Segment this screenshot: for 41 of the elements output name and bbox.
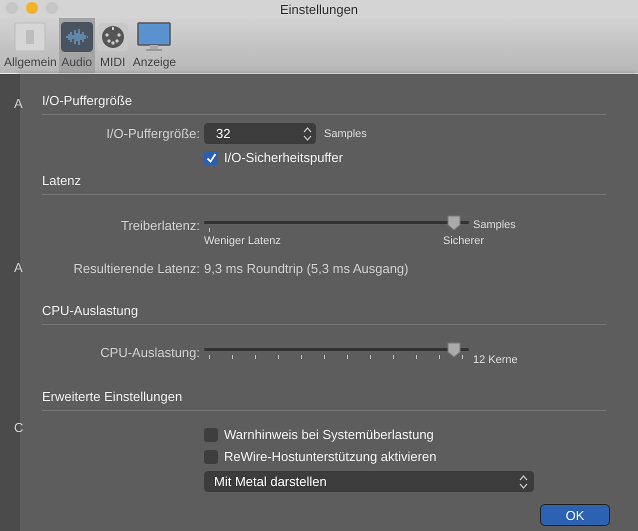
latency-slider[interactable] xyxy=(204,215,469,235)
updown-icon xyxy=(519,474,528,488)
background-label: C xyxy=(14,420,24,435)
min-label: Weniger Latenz xyxy=(204,235,281,247)
updown-icon xyxy=(303,126,312,140)
ok-button[interactable]: OK xyxy=(540,504,610,526)
slider-thumb[interactable] xyxy=(447,215,462,231)
toolbar-tab[interactable]: MIDI xyxy=(94,18,131,73)
toolbar-tab[interactable]: Allgemein xyxy=(2,18,59,73)
background-label: A xyxy=(14,96,23,111)
checkbox-label: I/O-Sicherheitspuffer xyxy=(224,150,343,165)
toolbar-tab[interactable]: Anzeige xyxy=(130,18,178,73)
background-label: A xyxy=(14,260,23,275)
field-label: I/O-Puffergröße: xyxy=(105,126,201,141)
section-heading: Erweiterte Einstellungen xyxy=(42,389,184,404)
switch-icon xyxy=(14,22,46,52)
checkbox[interactable] xyxy=(204,428,218,442)
section-heading: I/O-Puffergröße xyxy=(42,93,134,108)
section-heading: CPU-Auslastung xyxy=(42,303,140,318)
midi-port-icon xyxy=(96,22,129,52)
checkbox[interactable] xyxy=(204,450,218,464)
slider-label: CPU-Auslastung: xyxy=(99,344,201,360)
toolbar-tab[interactable]: Audio xyxy=(58,18,95,73)
result-label: Resultierende Latenz: xyxy=(72,261,201,276)
cpu-slider[interactable] xyxy=(204,342,469,362)
unit-label: Samples xyxy=(473,219,516,231)
section-heading: Latenz xyxy=(42,173,82,188)
cores-reading: 12 Kerne xyxy=(473,354,518,366)
renderer-dropdown[interactable]: Mit Metal darstellen xyxy=(204,471,534,492)
unit-label: Samples xyxy=(324,128,367,140)
max-label: Sicherer xyxy=(443,235,484,247)
buffer-size-field[interactable]: 32 xyxy=(204,123,316,144)
checkbox[interactable] xyxy=(204,150,218,164)
slider-thumb[interactable] xyxy=(447,342,462,358)
waveform-icon xyxy=(60,22,93,52)
checkbox-label: Warnhinweis bei Systemüberlastung xyxy=(224,427,434,442)
monitor-icon xyxy=(137,22,172,52)
slider-label: Treiberlatenz: xyxy=(120,218,201,232)
result-value: 9,3 ms Roundtrip (5,3 ms Ausgang) xyxy=(204,261,408,276)
checkbox-label: ReWire-Hostunterstützung aktivieren xyxy=(224,449,436,464)
window-title: Einstellungen xyxy=(280,2,358,16)
